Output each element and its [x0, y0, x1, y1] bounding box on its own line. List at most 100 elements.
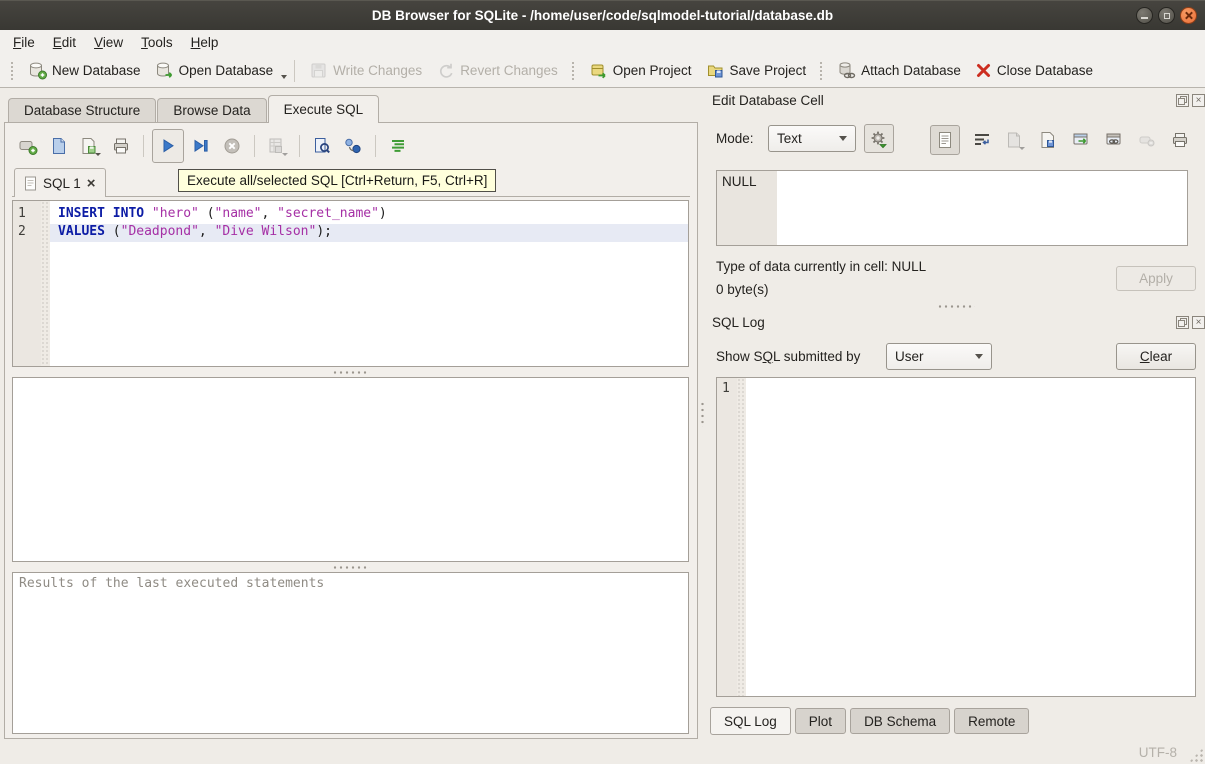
set-null-icon: [1138, 131, 1156, 149]
new-sql-tab-button[interactable]: [14, 131, 42, 161]
open-external-icon: [1072, 131, 1090, 149]
toolbar-separator: [143, 135, 144, 157]
save-as-icon: [1039, 131, 1057, 149]
cell-editor-icon-row: [930, 124, 1191, 156]
save-results-button[interactable]: [263, 131, 291, 161]
close-database-button[interactable]: Close Database: [968, 58, 1100, 83]
new-database-button[interactable]: New Database: [21, 57, 148, 84]
print-icon: [1171, 131, 1189, 149]
menu-edit[interactable]: Edit: [44, 32, 85, 53]
dock-tab-plot[interactable]: Plot: [795, 708, 846, 734]
dock-splitter-handle[interactable]: [706, 302, 1205, 311]
toolbar-drag-handle[interactable]: [10, 61, 15, 81]
menu-tools[interactable]: Tools: [132, 32, 182, 53]
open-database-button[interactable]: Open Database: [148, 57, 281, 84]
results-grid[interactable]: [12, 377, 689, 562]
revert-changes-label: Revert Changes: [460, 63, 558, 78]
mode-value: Text: [777, 131, 802, 146]
dock-float-button[interactable]: [1176, 94, 1189, 107]
open-file-icon: [49, 136, 69, 156]
sql-log-view[interactable]: 1: [716, 377, 1196, 697]
revert-changes-button[interactable]: Revert Changes: [429, 57, 565, 84]
word-wrap-icon: [973, 131, 991, 149]
write-changes-button[interactable]: Write Changes: [302, 57, 429, 84]
menu-file[interactable]: File: [4, 32, 44, 53]
clear-log-button[interactable]: Clear: [1116, 343, 1196, 370]
sql-tab-close-icon[interactable]: ×: [87, 176, 96, 191]
save-sql-file-button[interactable]: [76, 131, 104, 161]
export-cell-data-button[interactable]: [1037, 125, 1059, 155]
edit-cell-dock-buttons: ×: [1176, 94, 1205, 107]
tab-execute-sql[interactable]: Execute SQL: [268, 95, 380, 123]
encoding-indicator[interactable]: UTF-8: [1139, 745, 1177, 760]
execute-all-button[interactable]: [152, 129, 184, 163]
print-button[interactable]: [107, 131, 135, 161]
open-database-dropdown-icon[interactable]: [281, 75, 287, 79]
print-cell-button[interactable]: [1169, 125, 1191, 155]
open-project-label: Open Project: [613, 63, 692, 78]
mode-combobox[interactable]: Text: [768, 125, 856, 152]
splitter-handle[interactable]: [12, 368, 689, 376]
menu-view[interactable]: View: [85, 32, 132, 53]
log-filter-value: User: [895, 349, 924, 364]
find-icon: [312, 136, 332, 156]
open-project-button[interactable]: Open Project: [582, 57, 699, 84]
menu-help[interactable]: Help: [182, 32, 228, 53]
dock-close-button[interactable]: ×: [1192, 316, 1205, 329]
log-filter-combobox[interactable]: User: [886, 343, 992, 370]
cell-value-editor[interactable]: NULL: [716, 170, 1188, 246]
find-button[interactable]: [308, 131, 336, 161]
code-line[interactable]: INSERT INTO "hero" ("name", "secret_name…: [50, 206, 688, 224]
stop-button[interactable]: [218, 131, 246, 161]
save-project-button[interactable]: Save Project: [699, 57, 814, 84]
splitter-dots: [332, 565, 370, 570]
toolbar-drag-handle[interactable]: [571, 61, 576, 81]
stop-icon: [222, 136, 242, 156]
dock-close-button[interactable]: ×: [1192, 94, 1205, 107]
minimize-button[interactable]: [1136, 7, 1153, 24]
gear-icon: [869, 129, 889, 149]
attach-database-button[interactable]: Attach Database: [830, 57, 968, 84]
set-null-button[interactable]: [1136, 125, 1158, 155]
sql-code-editor[interactable]: 12 INSERT INTO "hero" ("name", "secret_n…: [12, 200, 689, 367]
vertical-splitter-handle[interactable]: [699, 88, 706, 740]
open-database-label: Open Database: [179, 63, 274, 78]
toolbar-drag-handle[interactable]: [819, 61, 824, 81]
print-icon: [111, 136, 131, 156]
minimize-icon: [1141, 17, 1148, 19]
import-cell-data-button[interactable]: [1004, 125, 1026, 155]
dock-tab-sql-log[interactable]: SQL Log: [710, 707, 791, 735]
execute-current-line-button[interactable]: [187, 131, 215, 161]
maximize-button[interactable]: [1158, 7, 1175, 24]
dock-tab-db-schema[interactable]: DB Schema: [850, 708, 950, 734]
link-data-button[interactable]: [1103, 125, 1125, 155]
execute-all-icon: [158, 136, 178, 156]
write-changes-label: Write Changes: [333, 63, 422, 78]
tab-database-structure[interactable]: Database Structure: [8, 98, 156, 122]
dock-tab-remote[interactable]: Remote: [954, 708, 1029, 734]
tab-browse-data[interactable]: Browse Data: [157, 98, 266, 122]
splitter-dots: [700, 401, 705, 427]
apply-button[interactable]: Apply: [1116, 266, 1196, 291]
revert-changes-icon: [436, 61, 455, 80]
splitter-handle[interactable]: [12, 563, 689, 571]
import-settings-button[interactable]: [864, 124, 894, 153]
attach-database-icon: [837, 61, 856, 80]
attach-database-label: Attach Database: [861, 63, 961, 78]
open-sql-file-button[interactable]: [45, 131, 73, 161]
line-number-gutter: 12: [13, 201, 41, 366]
execute-line-icon: [191, 136, 211, 156]
replace-button[interactable]: [339, 131, 367, 161]
close-button[interactable]: [1180, 7, 1197, 24]
code-area[interactable]: INSERT INTO "hero" ("name", "secret_name…: [50, 201, 688, 366]
sql-document-tab[interactable]: SQL 1 ×: [14, 168, 106, 197]
open-in-external-button[interactable]: [1070, 125, 1092, 155]
results-message-area[interactable]: Results of the last executed statements: [12, 572, 689, 734]
text-mode-button[interactable]: [930, 125, 960, 155]
dock-float-button[interactable]: [1176, 316, 1189, 329]
word-wrap-button[interactable]: [971, 125, 993, 155]
toolbar-separator: [294, 60, 295, 82]
titlebar[interactable]: DB Browser for SQLite - /home/user/code/…: [0, 0, 1205, 30]
code-line[interactable]: VALUES ("Deadpond", "Dive Wilson");: [50, 224, 688, 242]
auto-format-button[interactable]: [384, 131, 412, 161]
